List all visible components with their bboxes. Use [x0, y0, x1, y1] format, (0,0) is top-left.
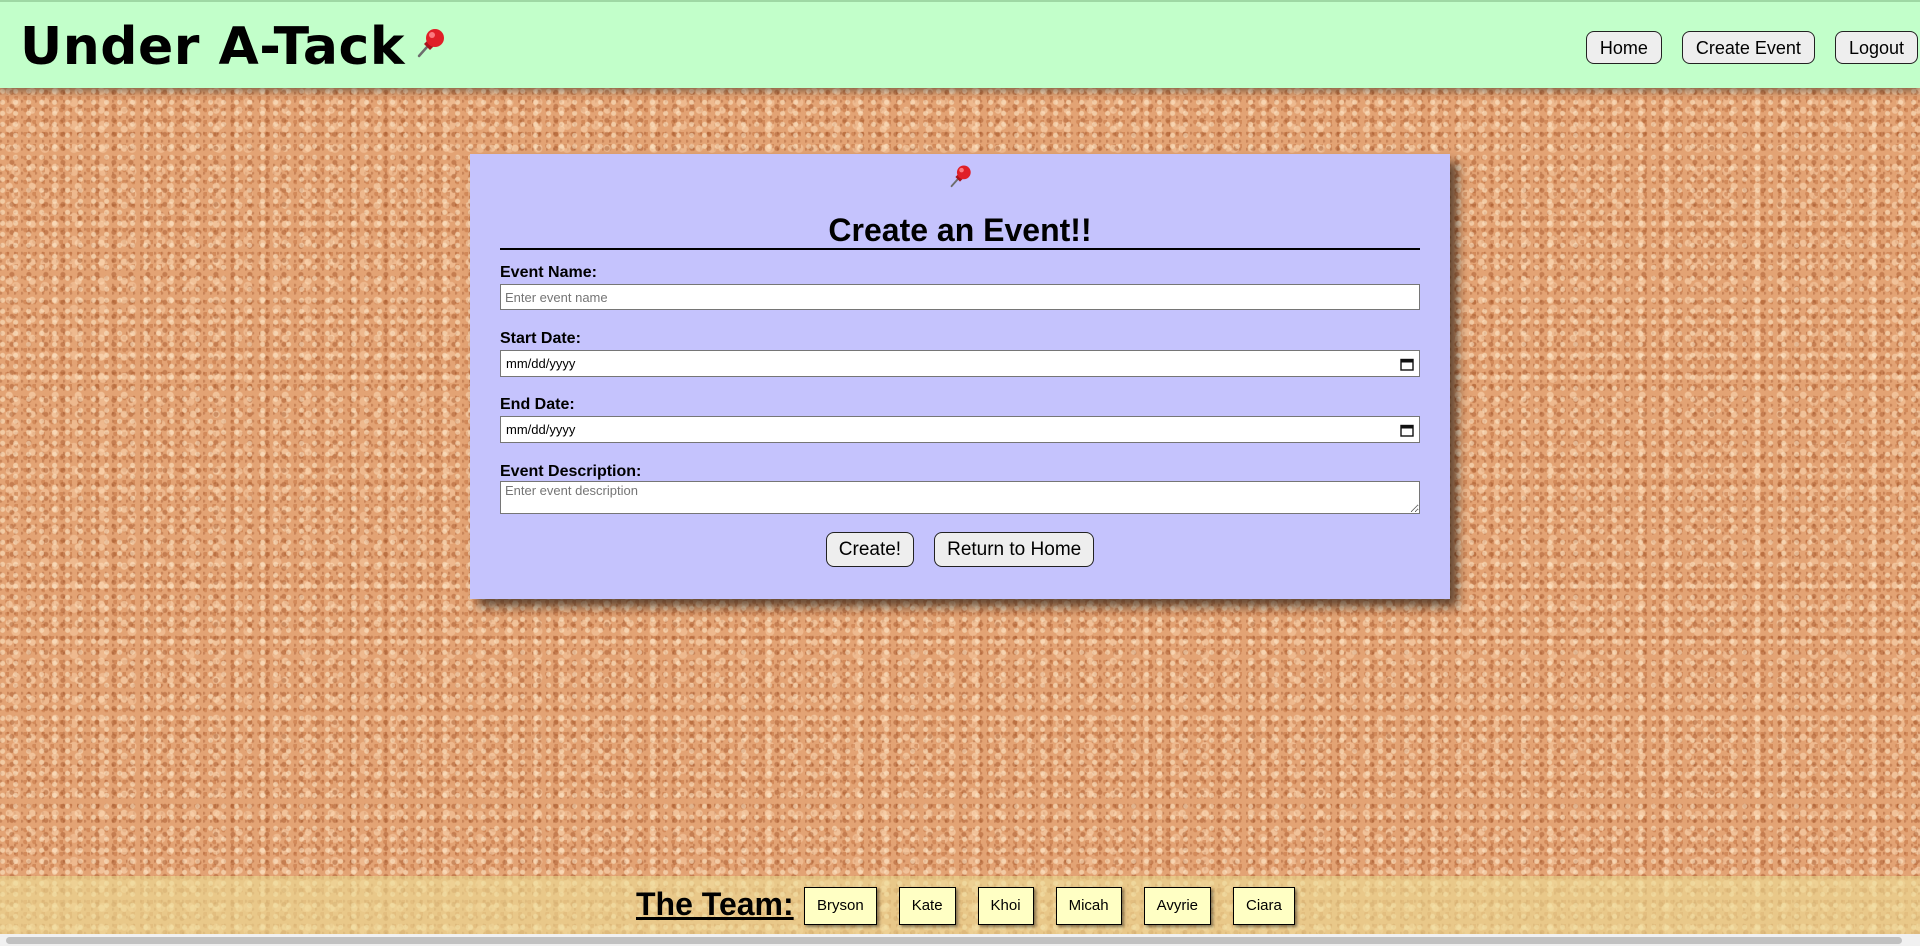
logout-button[interactable]: Logout	[1834, 31, 1918, 64]
return-home-button[interactable]: Return to Home	[934, 532, 1095, 567]
event-description-textarea[interactable]	[500, 481, 1420, 514]
create-event-card: Create an Event!! Event Name: Start Date…	[470, 154, 1450, 599]
brand-title: Under A-Tack	[20, 17, 405, 77]
start-date-input[interactable]: mm/dd/yyyy	[500, 350, 1420, 377]
scrollbar-thumb[interactable]	[6, 937, 1902, 944]
team-footer: The Team: Bryson Kate Khoi Micah Avyrie …	[0, 876, 1920, 934]
horizontal-scrollbar[interactable]	[0, 934, 1920, 946]
pushpin-icon	[417, 29, 444, 58]
start-date-label: Start Date:	[500, 330, 581, 347]
create-button[interactable]: Create!	[825, 532, 915, 567]
top-header: Under A-Tack Home Create Event Logout	[0, 0, 1920, 88]
team-member-badge: Micah	[1055, 887, 1122, 925]
team-list: Bryson Kate Khoi Micah Avyrie Ciara	[804, 887, 1317, 925]
end-date-input[interactable]: mm/dd/yyyy	[500, 416, 1420, 443]
team-member-badge: Bryson	[804, 887, 877, 925]
team-label: The Team:	[636, 886, 794, 922]
form-actions: Create! Return to Home	[470, 532, 1450, 567]
event-description-label: Event Description:	[500, 463, 642, 480]
event-name-input[interactable]	[500, 284, 1420, 310]
team-member-badge: Khoi	[977, 887, 1034, 925]
end-date-label: End Date:	[500, 396, 575, 413]
team-member-badge: Kate	[898, 887, 956, 925]
team-member-badge: Avyrie	[1143, 887, 1211, 925]
brand: Under A-Tack	[20, 16, 447, 78]
pushpin-icon	[950, 165, 971, 188]
event-name-label: Event Name:	[500, 264, 597, 281]
start-date-placeholder: mm/dd/yyyy	[506, 356, 576, 371]
calendar-icon[interactable]	[1400, 423, 1414, 437]
calendar-icon[interactable]	[1400, 357, 1414, 371]
create-event-button[interactable]: Create Event	[1681, 31, 1815, 64]
main-nav: Home Create Event Logout	[1585, 31, 1918, 64]
home-button[interactable]: Home	[1585, 31, 1662, 64]
end-date-placeholder: mm/dd/yyyy	[506, 422, 576, 437]
team-member-badge: Ciara	[1233, 887, 1295, 925]
